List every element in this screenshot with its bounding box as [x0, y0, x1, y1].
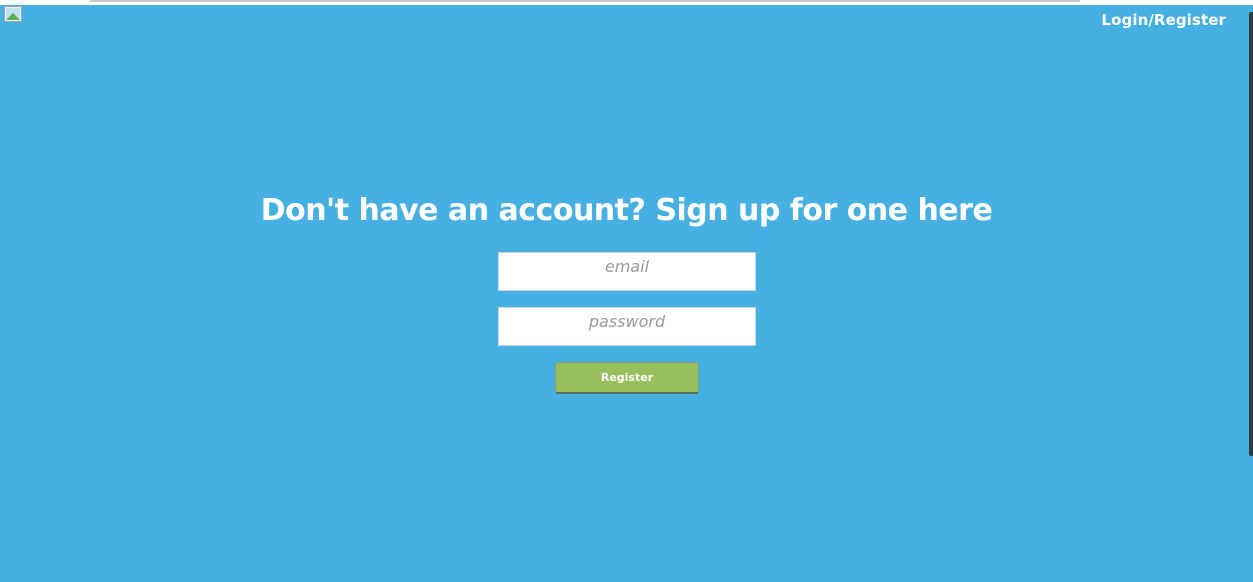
- scrollbar[interactable]: [1249, 12, 1253, 456]
- email-field[interactable]: [498, 252, 756, 291]
- register-button[interactable]: Register: [555, 362, 699, 394]
- page-headline: Don't have an account? Sign up for one h…: [260, 193, 993, 228]
- broken-image-icon: [4, 6, 22, 22]
- password-field[interactable]: [498, 307, 756, 346]
- broken-image-hill: [6, 13, 20, 20]
- login-register-link[interactable]: Login/Register: [1101, 11, 1226, 29]
- top-divider: [90, 0, 1080, 2]
- browser-top-strip: [0, 0, 1253, 5]
